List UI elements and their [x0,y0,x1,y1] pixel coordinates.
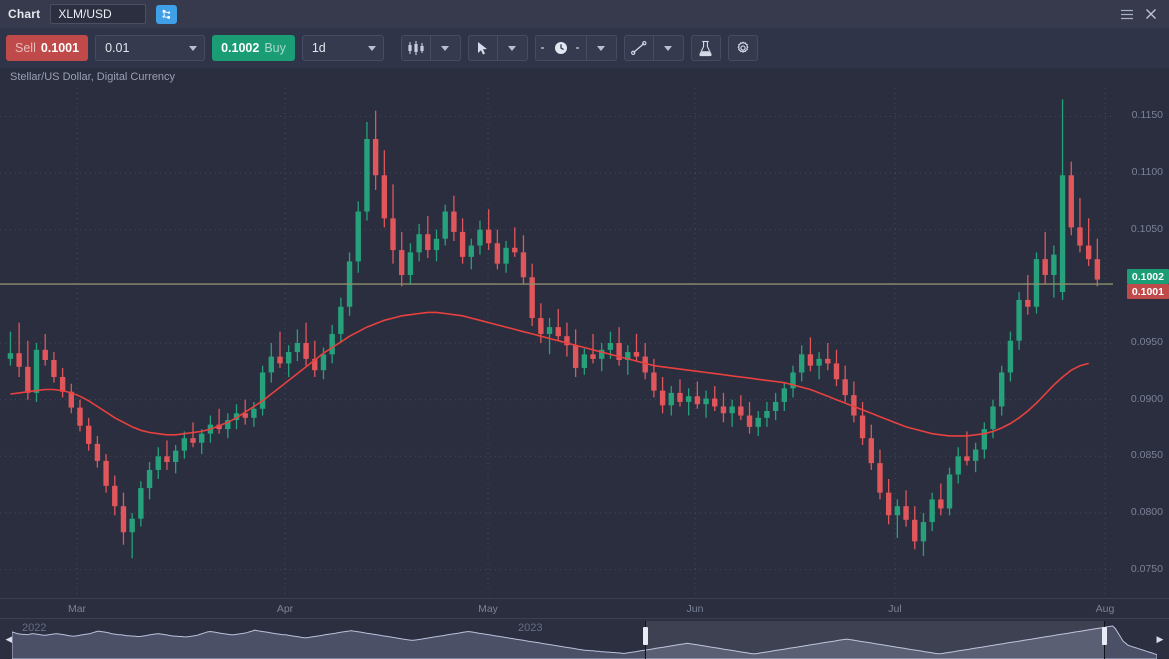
chart-type-candlestick-icon[interactable] [400,35,431,61]
chart-type-group [400,35,461,61]
sell-label: Sell [15,41,36,55]
time-axis-tick: Jun [686,603,704,615]
time-axis-tick: Aug [1095,603,1115,615]
chart-type-dropdown[interactable] [430,35,461,61]
cursor-tool-dropdown[interactable] [497,35,528,61]
time-interval-group [534,35,617,61]
trading-toolbar: Sell 0.1001 0.01 0.1002 Buy 1d [0,28,1169,68]
buy-price: 0.1002 [221,41,260,55]
symbol-input[interactable]: XLM/USD [50,4,147,24]
chevron-down-icon [441,45,450,51]
indicators-flask-icon[interactable] [690,35,721,61]
price-axis-tick: 0.1100 [1131,166,1163,178]
price-axis-tick: 0.0750 [1130,562,1163,575]
chart-subtitle: Stellar/US Dollar, Digital Currency [10,71,176,83]
quantity-value: 0.01 [105,41,130,55]
time-axis[interactable]: Mar Apr May Jun Jul Aug [0,598,1169,618]
symbol-value: XLM/USD [58,7,112,21]
navigator-year-label: 2022 [22,622,47,634]
settings-gear-icon[interactable] [727,35,758,61]
title-bar: Chart XLM/USD [0,0,1169,28]
page-title: Chart [8,7,41,21]
price-axis[interactable]: 0.1150 0.1100 0.1050 0.0950 0.0900 0.0850 0.08… [1113,88,1169,598]
price-axis-tick: 0.1150 [1131,109,1163,122]
bid-price-tag: 0.1002 [1126,269,1169,285]
navigator-selection-window[interactable] [645,621,1105,659]
chevron-down-icon [664,45,673,51]
chevron-down-icon [597,45,606,51]
chart-navigator[interactable]: ◀ ▶ 2022 2023 [0,618,1169,659]
close-icon[interactable] [1141,4,1161,24]
candlestick-svg [0,88,1113,598]
price-axis-tick: 0.0800 [1130,506,1163,518]
price-chart-plot[interactable] [0,88,1113,598]
time-axis-tick: Mar [67,603,87,615]
price-axis-tick: 0.0950 [1130,336,1163,348]
trend-line-icon[interactable] [623,35,654,61]
drawing-tool-group [623,35,684,61]
cursor-arrow-icon[interactable] [467,35,498,61]
time-axis-tick: Jul [888,603,902,615]
ask-price-tag: 0.1001 [1126,284,1169,300]
quantity-select[interactable]: 0.01 [95,35,206,61]
chart-application-window: Chart XLM/USD Sell 0.1001 0.01 0.1002 Bu… [0,0,1169,659]
compare-symbols-icon[interactable] [156,4,178,24]
price-axis-tick: 0.0900 [1130,392,1163,405]
sell-button[interactable]: Sell 0.1001 [6,35,89,61]
price-axis-tick: 0.1050 [1130,222,1163,235]
chevron-down-icon [508,45,517,51]
time-axis-tick: May [478,603,498,615]
time-interval-dropdown[interactable] [586,35,617,61]
drawing-tool-dropdown[interactable] [653,35,684,61]
hamburger-menu-icon[interactable] [1117,4,1137,24]
timeframe-select[interactable]: 1d [301,35,384,61]
buy-label: Buy [264,41,286,55]
chevron-down-icon [367,45,376,51]
cursor-tool-group [467,35,528,61]
window-controls [1117,4,1169,24]
time-interval-icon[interactable] [534,35,587,61]
price-axis-tick: 0.0850 [1130,449,1163,462]
sell-price: 0.1001 [40,41,80,55]
time-axis-tick: Apr [276,603,294,615]
chevron-down-icon [189,45,198,51]
timeframe-value: 1d [311,41,326,55]
navigator-year-label: 2023 [518,622,543,634]
navigator-handle-left[interactable] [643,627,648,645]
navigator-handle-right[interactable] [1102,627,1107,645]
buy-button[interactable]: 0.1002 Buy [212,35,295,61]
